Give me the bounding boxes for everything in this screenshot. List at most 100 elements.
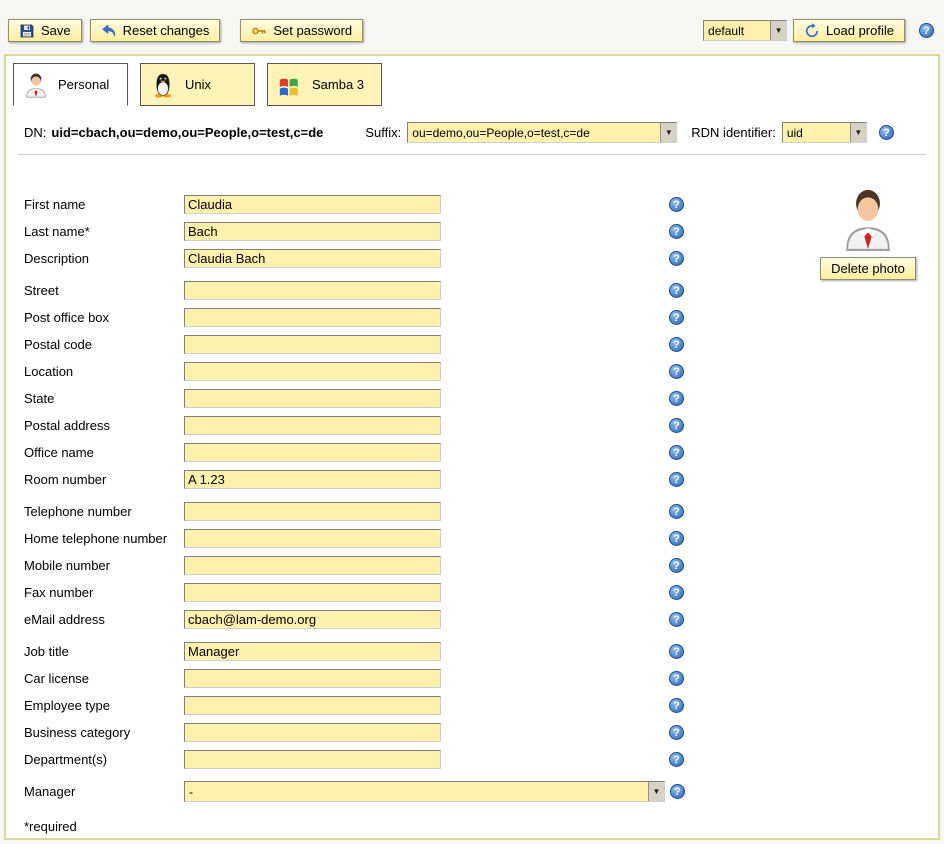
- key-icon: [251, 23, 267, 39]
- help-icon[interactable]: ?: [669, 337, 684, 352]
- field-row: State ?: [24, 385, 938, 412]
- field-row: Office name ?: [24, 439, 938, 466]
- field-row: Car license ?: [24, 665, 938, 692]
- input-email-address[interactable]: [184, 610, 441, 629]
- tab-personal[interactable]: Personal: [13, 63, 128, 106]
- set-password-button[interactable]: Set password: [240, 19, 363, 42]
- field-label: Location: [24, 364, 184, 379]
- help-icon[interactable]: ?: [669, 224, 684, 239]
- help-icon[interactable]: ?: [670, 784, 685, 799]
- save-button[interactable]: Save: [8, 19, 82, 42]
- person-icon: [23, 72, 49, 98]
- field-label: Mobile number: [24, 558, 184, 573]
- input-office-name[interactable]: [184, 443, 441, 462]
- field-label: Postal address: [24, 418, 184, 433]
- load-profile-label: Load profile: [826, 23, 894, 38]
- manager-select-value: -: [185, 782, 648, 801]
- field-label: Last name*: [24, 224, 184, 239]
- help-icon[interactable]: ?: [669, 558, 684, 573]
- help-icon[interactable]: ?: [669, 472, 684, 487]
- help-icon[interactable]: ?: [669, 752, 684, 767]
- help-icon[interactable]: ?: [669, 504, 684, 519]
- field-label: Job title: [24, 644, 184, 659]
- help-icon[interactable]: ?: [669, 585, 684, 600]
- reset-changes-button[interactable]: Reset changes: [90, 19, 221, 42]
- tab-personal-label: Personal: [58, 77, 109, 92]
- input-postal-code[interactable]: [184, 335, 441, 354]
- input-employee-type[interactable]: [184, 696, 441, 715]
- input-first-name[interactable]: [184, 195, 441, 214]
- chevron-down-icon: ▼: [660, 123, 676, 142]
- help-icon[interactable]: ?: [669, 671, 684, 686]
- help-icon[interactable]: ?: [669, 310, 684, 325]
- field-label: Telephone number: [24, 504, 184, 519]
- rdn-select-value: uid: [783, 123, 850, 142]
- input-job-title[interactable]: [184, 642, 441, 661]
- field-label: Department(s): [24, 752, 184, 767]
- field-label: First name: [24, 197, 184, 212]
- help-icon[interactable]: ?: [669, 698, 684, 713]
- input-last-name[interactable]: [184, 222, 441, 241]
- help-icon[interactable]: ?: [669, 418, 684, 433]
- input-room-number[interactable]: [184, 470, 441, 489]
- field-row: Room number ?: [24, 466, 938, 493]
- input-mobile-number[interactable]: [184, 556, 441, 575]
- help-icon[interactable]: ?: [669, 612, 684, 627]
- input-car-license[interactable]: [184, 669, 441, 688]
- rdn-identifier-select[interactable]: uid ▼: [782, 122, 867, 143]
- help-icon[interactable]: ?: [669, 197, 684, 212]
- chevron-down-icon: ▼: [648, 782, 664, 801]
- input-fax-number[interactable]: [184, 583, 441, 602]
- input-department-s[interactable]: [184, 750, 441, 769]
- tab-unix[interactable]: Unix: [140, 63, 255, 106]
- help-icon[interactable]: ?: [669, 283, 684, 298]
- help-icon[interactable]: ?: [669, 531, 684, 546]
- chevron-down-icon: ▼: [850, 123, 866, 142]
- manager-select[interactable]: - ▼: [184, 781, 665, 802]
- account-edit-panel: Personal Unix Samba 3 DN: uid=cbach,ou=d…: [4, 54, 940, 840]
- windows-logo-icon: [277, 72, 303, 98]
- field-row: Last name* ?: [24, 218, 938, 245]
- tux-penguin-icon: [150, 72, 176, 98]
- tab-samba3[interactable]: Samba 3: [267, 63, 382, 106]
- field-label: State: [24, 391, 184, 406]
- tab-unix-label: Unix: [185, 77, 211, 92]
- input-business-category[interactable]: [184, 723, 441, 742]
- input-state[interactable]: [184, 389, 441, 408]
- form-rows: First name ? Last name* ? Description ? …: [24, 191, 938, 773]
- field-row: First name ?: [24, 191, 938, 218]
- field-label: Home telephone number: [24, 531, 184, 546]
- chevron-down-icon: ▼: [770, 21, 786, 40]
- field-label: Street: [24, 283, 184, 298]
- field-row: Telephone number ?: [24, 498, 938, 525]
- field-row: Fax number ?: [24, 579, 938, 606]
- dn-bar: DN: uid=cbach,ou=demo,ou=People,o=test,c…: [6, 106, 938, 143]
- save-label: Save: [41, 23, 71, 38]
- input-telephone-number[interactable]: [184, 502, 441, 521]
- help-icon[interactable]: ?: [669, 725, 684, 740]
- required-note: *required: [24, 819, 938, 834]
- help-icon[interactable]: ?: [919, 23, 934, 38]
- input-street[interactable]: [184, 281, 441, 300]
- help-icon[interactable]: ?: [879, 125, 894, 140]
- field-label: Fax number: [24, 585, 184, 600]
- manager-row: Manager - ▼ ?: [24, 778, 938, 805]
- field-row: Employee type ?: [24, 692, 938, 719]
- input-postal-address[interactable]: [184, 416, 441, 435]
- help-icon[interactable]: ?: [669, 364, 684, 379]
- suffix-select[interactable]: ou=demo,ou=People,o=test,c=de ▼: [407, 122, 677, 143]
- input-description[interactable]: [184, 249, 441, 268]
- load-profile-button[interactable]: Load profile: [793, 19, 905, 42]
- input-post-office-box[interactable]: [184, 308, 441, 327]
- field-row: Job title ?: [24, 638, 938, 665]
- input-location[interactable]: [184, 362, 441, 381]
- delete-photo-button[interactable]: Delete photo: [820, 257, 916, 280]
- help-icon[interactable]: ?: [669, 445, 684, 460]
- help-icon[interactable]: ?: [669, 391, 684, 406]
- field-label: Office name: [24, 445, 184, 460]
- help-icon[interactable]: ?: [669, 644, 684, 659]
- input-home-telephone-number[interactable]: [184, 529, 441, 548]
- field-row: Postal address ?: [24, 412, 938, 439]
- help-icon[interactable]: ?: [669, 251, 684, 266]
- profile-select[interactable]: default ▼: [703, 20, 787, 41]
